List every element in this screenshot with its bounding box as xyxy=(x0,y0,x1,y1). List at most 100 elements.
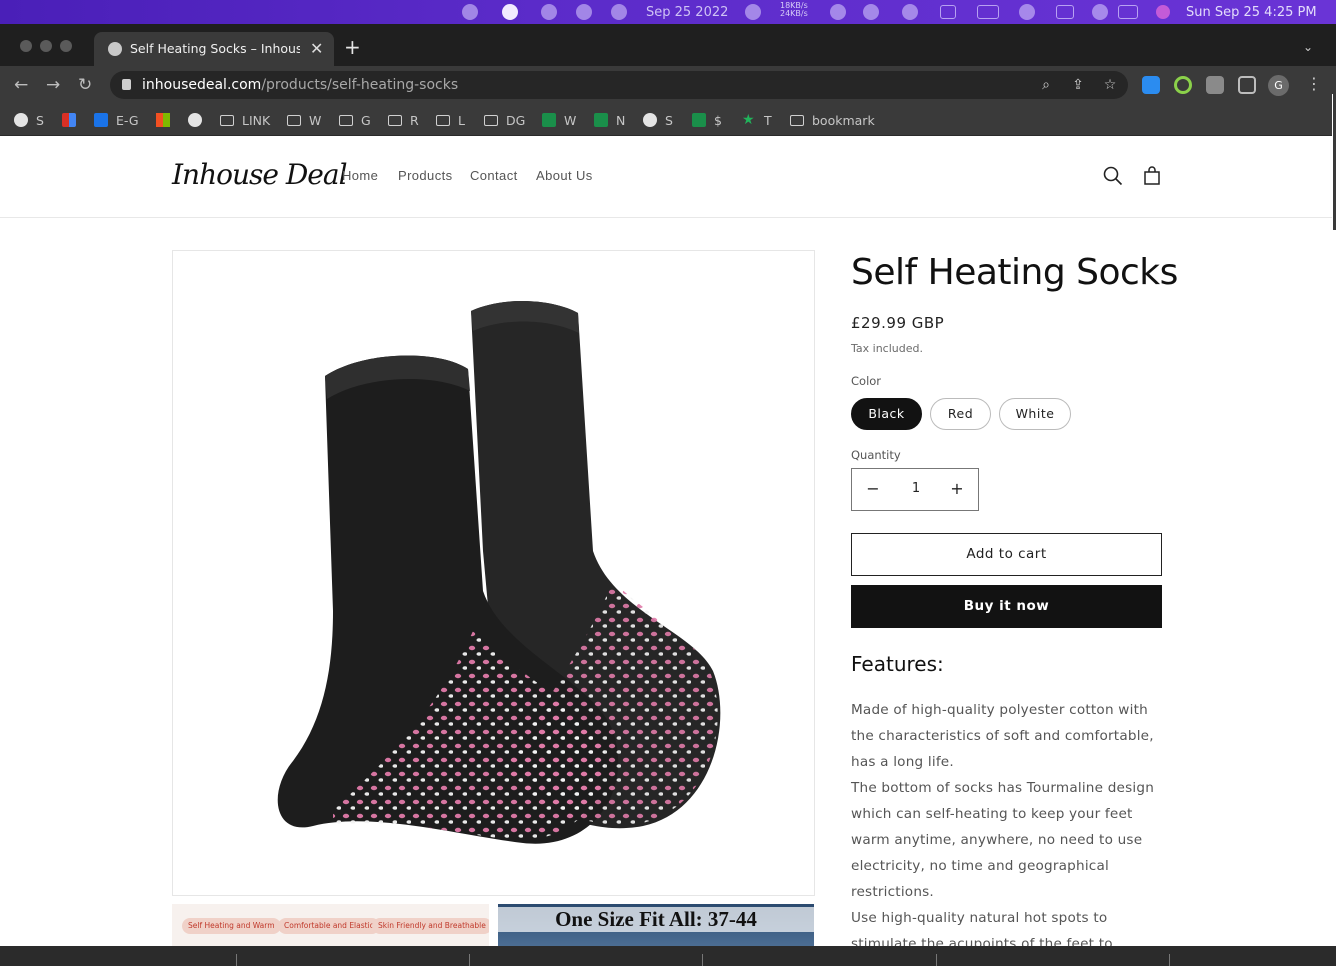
socks-illustration xyxy=(277,301,721,844)
calendar-app-icon[interactable] xyxy=(940,4,956,20)
color-option-black[interactable]: Black xyxy=(851,398,922,430)
extensions-puzzle-icon[interactable] xyxy=(1206,76,1224,94)
quantity-increase-button[interactable]: + xyxy=(947,479,967,498)
bookmark-item[interactable]: S xyxy=(643,111,673,129)
lock-icon[interactable] xyxy=(122,79,131,90)
new-tab-plus-icon[interactable]: + xyxy=(344,37,361,57)
battery-icon[interactable] xyxy=(977,4,999,20)
cart-bag-icon[interactable] xyxy=(1141,165,1163,187)
page-scrollbar[interactable] xyxy=(1332,94,1336,946)
bookmark-folder[interactable]: L xyxy=(436,111,465,129)
menubar-date: Sep 25 2022 xyxy=(646,4,729,20)
nav-link-contact[interactable]: Contact xyxy=(470,168,518,183)
buy-now-button[interactable]: Buy it now xyxy=(851,585,1162,628)
bookmark-label: G xyxy=(361,112,371,128)
check-app-icon[interactable] xyxy=(830,4,846,20)
folder-icon xyxy=(339,114,353,126)
dock-divider xyxy=(936,954,937,966)
browser-menu-kebab-icon[interactable]: ⋮ xyxy=(1306,74,1322,93)
window-minimize-button[interactable] xyxy=(40,40,52,52)
time-machine-icon[interactable] xyxy=(902,4,918,20)
star-icon: ★ xyxy=(742,112,755,128)
control-center-icon[interactable] xyxy=(1118,4,1138,20)
profile-avatar[interactable]: G xyxy=(1268,75,1289,96)
download-extension-icon[interactable] xyxy=(1142,76,1160,94)
bookmark-label: $ xyxy=(714,112,722,128)
tab-search-chevron-icon[interactable]: ⌄ xyxy=(1303,40,1313,54)
product-price: £29.99 GBP xyxy=(851,314,945,332)
dock-divider xyxy=(1169,954,1170,966)
quantity-input[interactable]: 1 xyxy=(896,481,936,496)
messenger-icon[interactable] xyxy=(576,4,592,20)
zoom-magnifier-icon[interactable]: ⌕ xyxy=(1038,77,1054,93)
spotlight-search-icon[interactable] xyxy=(1092,4,1108,20)
send-app-icon[interactable] xyxy=(611,4,627,20)
bookmark-folder[interactable]: W xyxy=(287,111,321,129)
reload-icon[interactable]: ↻ xyxy=(78,75,92,95)
back-arrow-icon[interactable]: ← xyxy=(14,75,28,95)
line-app-icon[interactable] xyxy=(462,4,478,20)
url-text[interactable]: inhousedeal.com/products/self-heating-so… xyxy=(142,77,458,93)
add-to-cart-button[interactable]: Add to cart xyxy=(851,533,1162,576)
wechat-icon[interactable] xyxy=(863,4,879,20)
product-thumbnail-size[interactable]: One Size Fit All: 37-44 xyxy=(498,904,814,948)
window-zoom-button[interactable] xyxy=(60,40,72,52)
green-circle-extension-icon[interactable] xyxy=(1174,76,1192,94)
forward-arrow-icon[interactable]: → xyxy=(46,75,60,95)
bookmark-item[interactable] xyxy=(62,111,84,129)
nav-link-about-us[interactable]: About Us xyxy=(536,168,593,183)
bookmark-item[interactable] xyxy=(156,111,178,129)
bookmark-item[interactable] xyxy=(188,111,210,129)
wifi-icon[interactable] xyxy=(1019,4,1035,20)
folder-icon xyxy=(484,114,498,126)
bookmark-label: W xyxy=(564,112,577,128)
side-panel-icon[interactable] xyxy=(1238,76,1256,94)
browser-tab-active[interactable]: Self Heating Socks – InhouseDeal ✕ xyxy=(94,32,334,66)
bookmark-label: W xyxy=(309,112,322,128)
globe-icon xyxy=(643,113,657,127)
nav-link-home[interactable]: Home xyxy=(342,168,378,183)
bookmark-item[interactable]: W xyxy=(542,111,576,129)
bookmark-folder[interactable]: DG xyxy=(484,111,525,129)
nav-link-products[interactable]: Products xyxy=(398,168,453,183)
window-close-button[interactable] xyxy=(20,40,32,52)
bookmark-item[interactable]: N xyxy=(594,111,625,129)
bookmark-folder[interactable]: LINK xyxy=(220,111,270,129)
bookmark-item[interactable]: ★ T xyxy=(742,111,772,129)
bookmark-folder[interactable]: G xyxy=(339,111,371,129)
quantity-decrease-button[interactable]: − xyxy=(863,479,883,498)
bookmark-item[interactable]: S xyxy=(14,111,44,129)
share-icon[interactable]: ⇪ xyxy=(1070,77,1086,93)
search-icon[interactable] xyxy=(1102,165,1124,187)
outlook-icon xyxy=(94,113,108,127)
bookmark-item[interactable]: E-G xyxy=(94,111,139,129)
folder-icon xyxy=(287,114,301,126)
cat-app-icon[interactable] xyxy=(745,4,761,20)
product-description: Made of high-quality polyester cotton wi… xyxy=(851,697,1162,966)
macos-menu-bar: Sep 25 2022 18KB/s 24KB/s Sun Sep 25 4:2… xyxy=(0,0,1336,24)
mascot-app-icon[interactable] xyxy=(502,4,518,20)
bookmark-label: L xyxy=(458,112,465,128)
bookmark-label: DG xyxy=(506,112,526,128)
menubar-clock[interactable]: Sun Sep 25 4:25 PM xyxy=(1186,4,1317,20)
bookmark-folder[interactable]: bookmark xyxy=(790,111,875,129)
siri-icon[interactable] xyxy=(1156,4,1170,20)
browser-toolbar: ← → ↻ inhousedeal.com/products/self-heat… xyxy=(0,66,1336,104)
bookmark-star-icon[interactable]: ☆ xyxy=(1102,77,1118,93)
product-main-image[interactable] xyxy=(172,250,815,896)
bookmark-label: LINK xyxy=(242,112,271,128)
bookmark-item[interactable]: $ xyxy=(692,111,722,129)
tab-close-icon[interactable]: ✕ xyxy=(310,39,323,58)
feature-tag: Self Heating and Warm xyxy=(182,918,281,934)
site-logo[interactable]: Inhouse Deal xyxy=(172,158,348,191)
color-option-red[interactable]: Red xyxy=(930,398,991,430)
product-thumbnail-features[interactable]: Self Heating and Warm Comfortable and El… xyxy=(172,904,489,948)
folder-icon xyxy=(220,114,234,126)
color-option-white[interactable]: White xyxy=(999,398,1071,430)
address-bar[interactable]: inhousedeal.com/products/self-heating-so… xyxy=(110,71,1128,99)
dock-divider xyxy=(236,954,237,966)
bookmark-folder[interactable]: R xyxy=(388,111,419,129)
tab-title: Self Heating Socks – InhouseDeal xyxy=(130,41,300,56)
keyboard-input-icon[interactable] xyxy=(1056,4,1074,20)
notification-bell-icon[interactable] xyxy=(541,4,557,20)
